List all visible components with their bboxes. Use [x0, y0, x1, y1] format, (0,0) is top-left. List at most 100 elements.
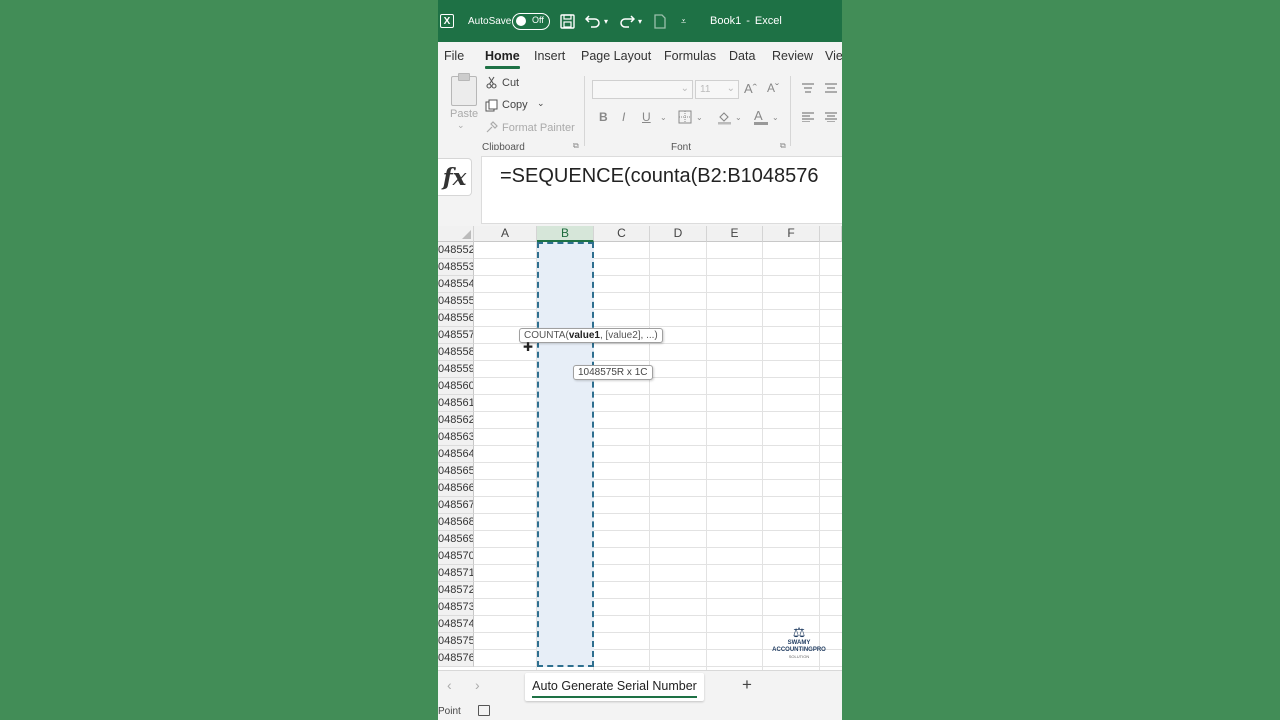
autosave-toggle[interactable]: Off [512, 0, 550, 42]
row-header[interactable]: 048565 [438, 463, 474, 480]
row-number: 048568 [438, 516, 474, 528]
align-center-icon[interactable] [825, 112, 837, 125]
fill-dropdown-icon[interactable]: ⌄ [735, 113, 742, 122]
tab-home[interactable]: Home [485, 42, 520, 70]
row-header[interactable]: 048575 [438, 633, 474, 650]
row-header[interactable]: 048572 [438, 582, 474, 599]
row-header[interactable]: 048563 [438, 429, 474, 446]
redo-icon[interactable] [619, 0, 635, 42]
row-header[interactable]: 048574 [438, 616, 474, 633]
grow-font-button[interactable]: Aˆ [744, 81, 757, 96]
title-bar: X AutoSave Off ▾ ▾ ⩡ Book1 - Excel [438, 0, 842, 42]
column-header-f[interactable]: F [763, 226, 820, 242]
row-header[interactable]: 048566 [438, 480, 474, 497]
row-header[interactable]: 048571 [438, 565, 474, 582]
row-header[interactable]: 048560 [438, 378, 474, 395]
tab-data[interactable]: Data [729, 42, 755, 70]
copy-button[interactable]: Copy [502, 99, 528, 111]
paste-dropdown-icon[interactable]: ⌄ [457, 120, 465, 131]
redo-dropdown-icon[interactable]: ▾ [638, 0, 642, 42]
accessibility-icon[interactable] [478, 705, 490, 716]
function-tooltip[interactable]: COUNTA(value1, [value2], ...) [519, 328, 663, 343]
tab-formulas[interactable]: Formulas [664, 42, 716, 70]
font-color-button[interactable]: A [754, 108, 768, 125]
row-header[interactable]: 048573 [438, 599, 474, 616]
copy-icon[interactable] [485, 99, 498, 115]
font-color-dropdown-icon[interactable]: ⌄ [772, 113, 779, 122]
select-all-button[interactable] [438, 226, 474, 242]
row-header[interactable]: 048553 [438, 259, 474, 276]
align-middle-icon[interactable] [825, 83, 837, 96]
row-header[interactable]: 048576 [438, 650, 474, 667]
row-header[interactable]: 048569 [438, 531, 474, 548]
row-header[interactable]: 048559 [438, 361, 474, 378]
bold-button[interactable]: B [599, 110, 608, 124]
fill-bucket-icon[interactable] [717, 110, 732, 128]
column-header-c[interactable]: C [594, 226, 650, 242]
insert-function-button[interactable]: fx [438, 158, 472, 196]
scissors-icon[interactable] [486, 76, 497, 92]
plus-icon[interactable]: + [742, 675, 752, 695]
underline-dropdown-icon[interactable]: ⌄ [660, 113, 667, 122]
row-header[interactable]: 048564 [438, 446, 474, 463]
row-header[interactable]: 048557 [438, 327, 474, 344]
paintbrush-icon[interactable] [485, 121, 498, 137]
copy-dropdown-icon[interactable]: ⌄ [537, 98, 545, 109]
next-sheet-icon[interactable]: › [475, 677, 480, 693]
selected-range[interactable] [537, 242, 594, 667]
borders-icon[interactable] [678, 110, 692, 127]
borders-dropdown-icon[interactable]: ⌄ [696, 113, 703, 122]
font-name-box[interactable]: ⌄ [592, 80, 693, 99]
font-launcher-icon[interactable]: ⧉ [780, 141, 786, 150]
tab-page-layout[interactable]: Page Layout [581, 42, 651, 70]
group-divider [584, 76, 585, 146]
format-painter-button[interactable]: Format Painter [502, 122, 575, 134]
align-top-icon[interactable] [802, 83, 814, 96]
paste-icon[interactable] [451, 73, 477, 106]
font-size-box[interactable]: 11 ⌄ [695, 80, 739, 99]
column-header-b[interactable]: B [537, 226, 594, 242]
row-header[interactable]: 048561 [438, 395, 474, 412]
row-header[interactable]: 048556 [438, 310, 474, 327]
shrink-font-button[interactable]: Aˇ [767, 81, 779, 95]
grid-column-line [762, 242, 763, 670]
column-header-a[interactable]: A [474, 226, 537, 242]
row-header[interactable]: 048558 [438, 344, 474, 361]
column-header-e[interactable]: E [707, 226, 763, 242]
column-header-d[interactable]: D [650, 226, 707, 242]
tab-file[interactable]: File [444, 42, 464, 70]
row-header[interactable]: 048554 [438, 276, 474, 293]
row-header[interactable]: 048552 [438, 242, 474, 259]
row-number: 048559 [438, 363, 474, 375]
underline-button[interactable]: U [642, 110, 651, 124]
align-left-icon[interactable] [802, 112, 814, 125]
undo-dropdown-icon[interactable]: ▾ [604, 0, 608, 42]
row-header[interactable]: 048567 [438, 497, 474, 514]
tab-view[interactable]: Vie [825, 42, 842, 70]
grid-row-line [474, 326, 842, 327]
column-header-partial[interactable] [820, 226, 842, 242]
customize-toolbar-icon[interactable]: ⩡ [681, 0, 686, 42]
clipboard-launcher-icon[interactable]: ⧉ [573, 141, 579, 150]
row-header[interactable]: 048568 [438, 514, 474, 531]
row-header[interactable]: 048555 [438, 293, 474, 310]
tab-review[interactable]: Review [772, 42, 813, 70]
worksheet-grid[interactable]: ABCDEF 048552 048553 048554 048555 048556 048… [438, 226, 842, 670]
paste-button[interactable]: Paste [450, 108, 478, 120]
save-icon[interactable] [560, 0, 575, 42]
tab-insert[interactable]: Insert [534, 42, 565, 70]
app-name: Excel [754, 15, 782, 27]
italic-button[interactable]: I [622, 110, 625, 124]
cut-button[interactable]: Cut [502, 77, 519, 89]
prev-sheet-icon[interactable]: ‹ [447, 677, 452, 693]
formula-input[interactable]: =SEQUENCE(counta(B2:B1048576 [481, 156, 842, 224]
status-bar: Point [438, 704, 842, 720]
row-header[interactable]: 048570 [438, 548, 474, 565]
undo-icon[interactable] [585, 0, 601, 42]
print-preview-icon[interactable] [654, 0, 666, 42]
row-header[interactable]: 048562 [438, 412, 474, 429]
row-number: 048566 [438, 482, 474, 494]
grid-row-line [474, 292, 842, 293]
sheet-tab[interactable]: Auto Generate Serial Number [525, 673, 704, 701]
font-size-value: 11 [700, 84, 711, 95]
